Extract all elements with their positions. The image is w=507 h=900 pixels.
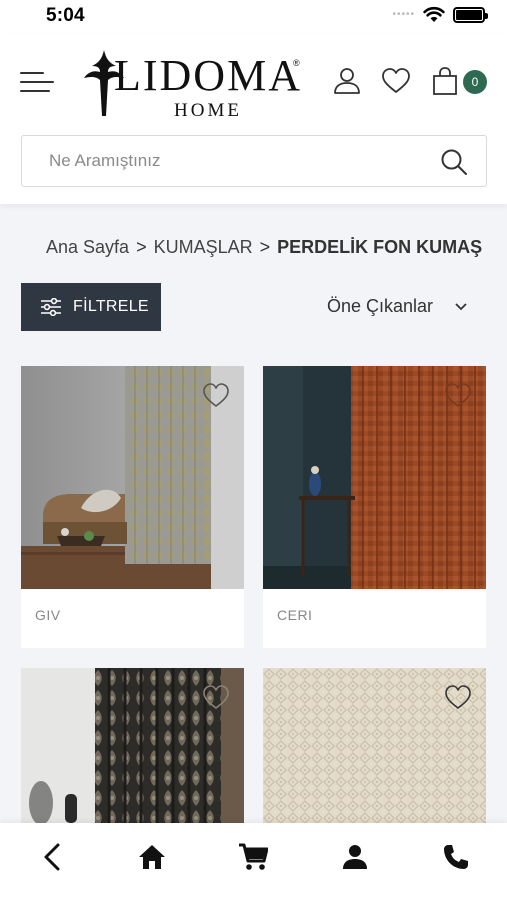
product-card[interactable] <box>21 668 244 823</box>
filter-label: FİLTRELE <box>73 298 149 315</box>
product-card[interactable] <box>263 668 486 823</box>
signal-icon: ••••• <box>392 9 415 20</box>
search-input[interactable] <box>22 136 422 185</box>
wifi-icon <box>423 6 445 22</box>
product-name[interactable]: GIV <box>21 589 244 648</box>
nav-phone[interactable] <box>438 839 474 875</box>
product-name[interactable]: CERI <box>263 589 486 648</box>
cart-count-badge: 0 <box>463 70 487 94</box>
logo-subtitle: HOME <box>174 100 242 121</box>
product-image[interactable] <box>263 366 486 589</box>
favorite-heart-icon[interactable] <box>444 382 472 408</box>
nav-cart[interactable] <box>235 839 271 875</box>
breadcrumb-category-link[interactable]: KUMAŞLAR <box>154 237 253 258</box>
status-indicators: ••••• <box>392 6 488 23</box>
header: LIDOMA ® HOME 0 <box>0 34 507 204</box>
hamburger-menu-icon[interactable] <box>20 70 54 96</box>
logo-registered-mark: ® <box>293 58 300 68</box>
nav-account[interactable] <box>337 839 373 875</box>
phone-icon <box>444 845 468 869</box>
search-icon[interactable] <box>440 148 468 176</box>
favorite-heart-icon[interactable] <box>202 382 230 408</box>
product-image[interactable] <box>263 668 486 823</box>
home-icon <box>139 845 165 869</box>
back-icon <box>44 843 60 871</box>
shopping-bag-icon[interactable] <box>430 66 460 96</box>
wishlist-heart-icon[interactable] <box>381 66 411 96</box>
breadcrumb-separator: > <box>259 237 271 257</box>
breadcrumb-home-link[interactable]: Ana Sayfa <box>46 237 129 258</box>
account-icon <box>343 845 367 869</box>
filter-sliders-icon <box>41 298 61 316</box>
sort-dropdown[interactable]: Öne Çıkanlar <box>327 296 467 317</box>
breadcrumb: Ana Sayfa > KUMAŞLAR > PERDELİK FON KUMA… <box>46 237 482 258</box>
breadcrumb-current: PERDELİK FON KUMAŞ <box>277 237 483 257</box>
nav-home[interactable] <box>134 839 170 875</box>
favorite-heart-icon[interactable] <box>444 684 472 710</box>
favorite-heart-icon[interactable] <box>202 684 230 710</box>
product-card[interactable]: CERI <box>263 366 486 648</box>
cart-icon <box>239 843 268 870</box>
brand-logo[interactable]: LIDOMA ® HOME <box>84 44 304 121</box>
product-card[interactable]: GIV <box>21 366 244 648</box>
nav-back[interactable] <box>34 839 70 875</box>
status-bar: 5:04 ••••• <box>0 0 507 34</box>
filter-button[interactable]: FİLTRELE <box>21 283 161 331</box>
logo-wordmark: LIDOMA <box>114 51 302 100</box>
bottom-navigation <box>0 823 507 900</box>
product-image[interactable] <box>21 668 244 823</box>
product-image[interactable] <box>21 366 244 589</box>
chevron-down-icon <box>455 302 467 310</box>
sort-label: Öne Çıkanlar <box>327 296 434 316</box>
breadcrumb-separator: > <box>136 237 147 257</box>
status-time: 5:04 <box>46 5 85 26</box>
search-box <box>21 135 487 187</box>
battery-icon <box>453 6 488 23</box>
user-icon[interactable] <box>332 66 362 96</box>
